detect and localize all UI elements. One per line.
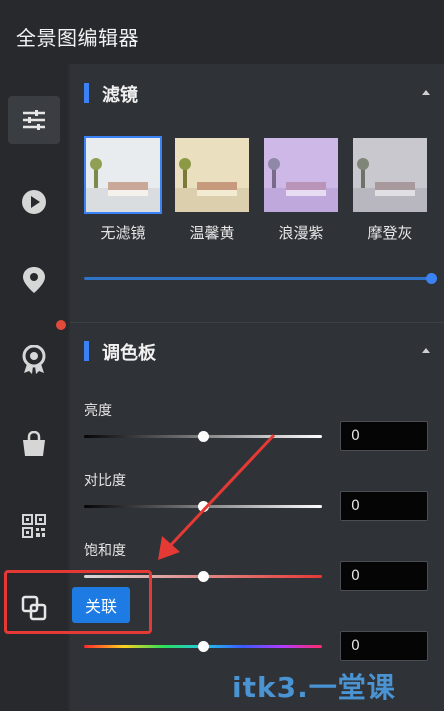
brightness-knob[interactable]	[198, 431, 209, 442]
sidebar-item-play[interactable]	[8, 178, 60, 226]
filter-intensity-knob[interactable]	[426, 273, 437, 284]
saturation-label: 饱和度	[84, 543, 126, 559]
filter-label: 无滤镜	[100, 224, 146, 242]
filter-intensity-slider[interactable]	[84, 277, 432, 280]
sidebar-item-qrcode[interactable]	[8, 502, 60, 550]
sidebar-item-award[interactable]	[8, 336, 60, 384]
sidebar-item-location[interactable]	[8, 256, 60, 304]
hue-knob[interactable]	[198, 641, 209, 652]
filter-item[interactable]: 摩登灰	[351, 136, 429, 243]
saturation-knob[interactable]	[198, 571, 209, 582]
filter-label: 温馨黄	[189, 224, 235, 242]
brightness-label: 亮度	[84, 403, 112, 419]
filter-label: 浪漫紫	[278, 224, 324, 242]
sidebar-item-adjust[interactable]	[8, 96, 60, 144]
filter-label: 摩登灰	[367, 224, 413, 242]
filters-section-header[interactable]: 滤镜	[70, 64, 444, 122]
palette-title: 调色板	[102, 343, 156, 364]
filter-item[interactable]: 温馨黄	[173, 136, 251, 243]
app-title: 全景图编辑器	[16, 26, 139, 50]
section-accent	[84, 341, 89, 361]
collapse-caret-icon[interactable]	[422, 90, 430, 95]
map-pin-icon	[23, 267, 45, 293]
filter-thumbnail[interactable]	[173, 136, 251, 214]
hue-input[interactable]: 0	[340, 631, 428, 661]
filter-item[interactable]: 浪漫紫	[262, 136, 340, 243]
filters-title: 滤镜	[102, 85, 138, 106]
sidebar-item-bag[interactable]	[8, 420, 60, 468]
section-accent	[84, 83, 89, 103]
qrcode-icon	[22, 514, 46, 538]
notification-dot	[56, 320, 66, 330]
collapse-caret-icon[interactable]	[422, 348, 430, 353]
brightness-input[interactable]: 0	[340, 421, 428, 451]
filter-thumbnail[interactable]	[84, 136, 162, 214]
sliders-icon	[23, 110, 45, 130]
title-bar: 全景图编辑器	[0, 0, 444, 64]
filter-thumbnail[interactable]	[262, 136, 340, 214]
contrast-label: 对比度	[84, 473, 126, 489]
highlight-box	[4, 570, 152, 634]
award-icon	[22, 345, 46, 374]
contrast-knob[interactable]	[198, 501, 209, 512]
shopping-bag-icon	[23, 431, 45, 456]
filter-thumbnail[interactable]	[351, 136, 429, 214]
filter-item[interactable]: 无滤镜	[84, 136, 162, 243]
saturation-input[interactable]: 0	[340, 561, 428, 591]
palette-section-header[interactable]: 调色板	[70, 322, 444, 380]
watermark: itk3.一堂课	[232, 671, 396, 704]
contrast-input[interactable]: 0	[340, 491, 428, 521]
play-circle-icon	[22, 190, 46, 214]
